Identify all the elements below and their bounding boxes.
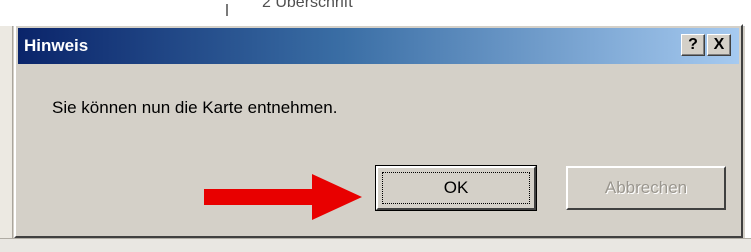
arrow-shape: [204, 174, 362, 220]
background-marker: [226, 4, 228, 16]
message-dialog: Hinweis ? X Sie können nun die Karte ent…: [14, 24, 743, 238]
ok-button[interactable]: OK: [375, 165, 537, 211]
focus-ring: [382, 172, 530, 204]
background-heading-text: 2 Überschrift: [262, 0, 353, 11]
help-icon: ?: [688, 36, 698, 53]
close-button[interactable]: X: [707, 34, 731, 56]
close-icon: X: [713, 36, 725, 53]
background-right-edge: [745, 26, 751, 238]
dialog-message: Sie können nun die Karte entnehmen.: [52, 98, 338, 117]
cancel-button[interactable]: Abbrechen: [566, 166, 726, 210]
background-left-edge: [0, 26, 13, 238]
red-arrow-annotation: [204, 174, 362, 220]
cancel-button-label: Abbrechen: [604, 178, 688, 197]
dialog-title: Hinweis: [24, 36, 89, 55]
background-window: 2 Überschrift: [0, 0, 751, 27]
background-bottom-edge: [0, 238, 751, 252]
help-button[interactable]: ?: [681, 34, 705, 56]
dialog-titlebar[interactable]: Hinweis ? X: [18, 28, 739, 64]
